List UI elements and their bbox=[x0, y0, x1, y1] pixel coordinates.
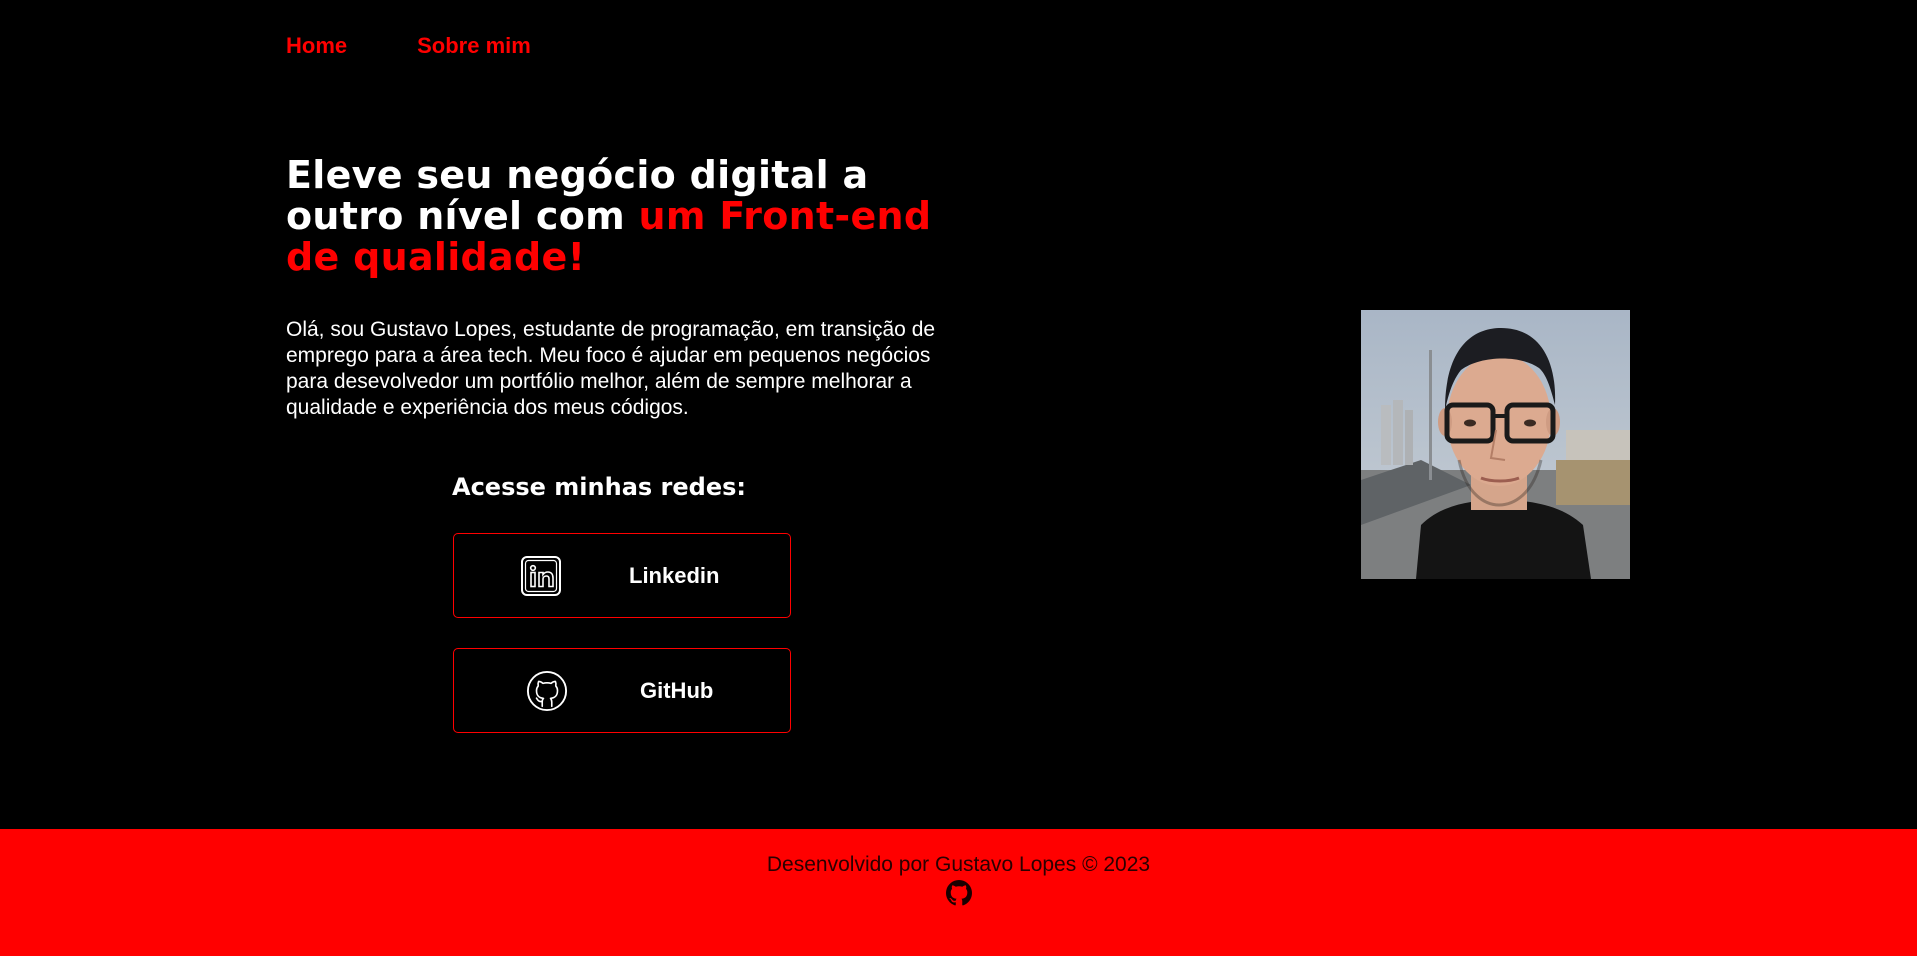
linkedin-button[interactable]: Linkedin bbox=[453, 533, 791, 618]
footer-credit: Desenvolvido por Gustavo Lopes © 2023 bbox=[766, 853, 1151, 876]
hero-section: Eleve seu negócio digital a outro nível … bbox=[286, 155, 966, 421]
footer-github-icon[interactable] bbox=[945, 880, 972, 910]
github-icon bbox=[526, 670, 568, 712]
hero-headline: Eleve seu negócio digital a outro nível … bbox=[286, 155, 966, 278]
nav-link-home[interactable]: Home bbox=[286, 33, 347, 59]
main-nav: Home Sobre mim bbox=[286, 33, 531, 59]
hero-bio: Olá, sou Gustavo Lopes, estudante de pro… bbox=[286, 318, 936, 419]
github-button[interactable]: GitHub bbox=[453, 648, 791, 733]
nav-link-about[interactable]: Sobre mim bbox=[417, 33, 531, 59]
github-label: GitHub bbox=[640, 677, 714, 703]
footer: Desenvolvido por Gustavo Lopes © 2023 bbox=[0, 829, 1917, 956]
profile-photo bbox=[1361, 310, 1630, 579]
socials-title: Acesse minhas redes: bbox=[452, 473, 746, 501]
linkedin-icon bbox=[520, 555, 562, 597]
linkedin-label: Linkedin bbox=[629, 562, 720, 588]
